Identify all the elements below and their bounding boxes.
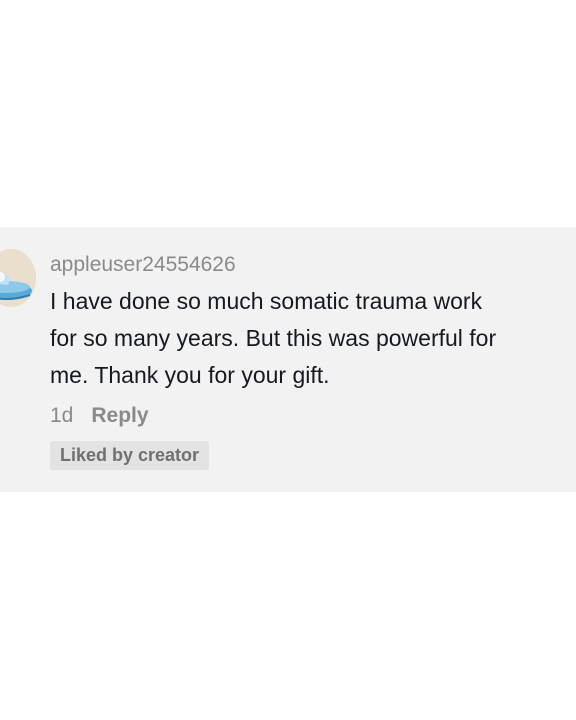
liked-by-creator-badge: Liked by creator [50,441,210,470]
comment-text-line: I have done so much somatic trauma work [50,288,483,314]
comment-meta-row: 1d Reply [50,404,149,428]
avatar[interactable] [0,249,36,307]
comment-text-line: for so many years. But this was powerful… [50,325,497,351]
reply-button[interactable]: Reply [91,404,148,428]
comment-username[interactable]: appleuser24554626 [50,253,236,277]
comment-text-line: me. Thank you for your gift. [50,362,330,388]
comment-card: appleuser24554626 I have done so much so… [0,227,576,492]
comment-text: I have done so much somatic trauma work … [50,283,576,394]
comment-timestamp: 1d [50,404,74,427]
avatar-icon [0,249,36,307]
